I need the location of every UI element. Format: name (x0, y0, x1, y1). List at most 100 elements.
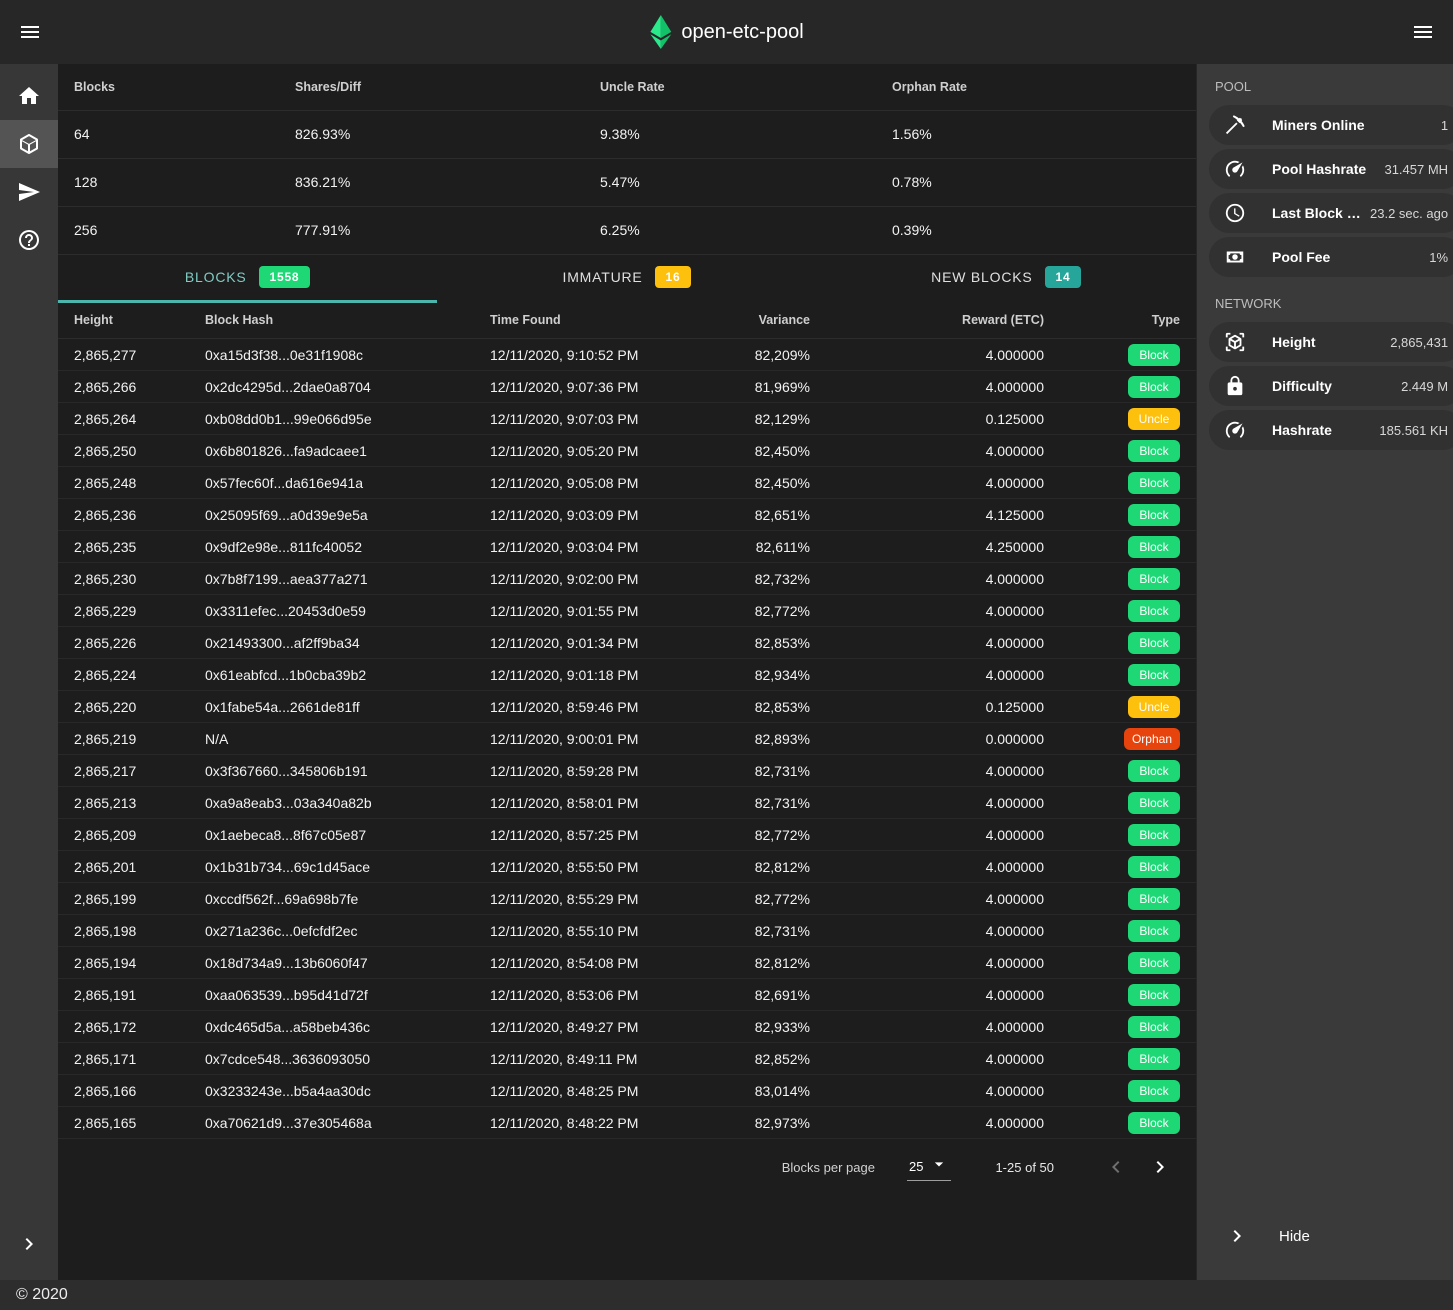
block-reward: 4.000000 (826, 979, 1060, 1011)
stat-miners-online: Miners Online 1 (1209, 105, 1453, 145)
block-reward: 4.000000 (826, 339, 1060, 371)
block-type-chip: Block (1128, 760, 1180, 782)
stat-value: 1 (1439, 118, 1448, 133)
summary-header-row: Blocks Shares/Diff Uncle Rate Orphan Rat… (58, 64, 1196, 110)
per-page-select[interactable]: 25 (907, 1154, 951, 1181)
col-header-hash: Block Hash (189, 303, 474, 339)
sidebar-item-blocks[interactable] (0, 120, 58, 168)
block-time-found: 12/11/2020, 8:55:10 PM (474, 915, 676, 947)
block-row: 2,865,229 0x3311efec...20453d0e59 12/11/… (58, 595, 1196, 627)
col-header-shares-diff: Shares/Diff (279, 64, 584, 110)
block-type-chip: Uncle (1128, 408, 1180, 430)
block-reward: 4.000000 (826, 371, 1060, 403)
speedometer-icon (1224, 419, 1246, 441)
block-time-found: 12/11/2020, 8:55:29 PM (474, 883, 676, 915)
sidebar-expand-button[interactable] (0, 1220, 58, 1268)
block-time-found: 12/11/2020, 9:03:09 PM (474, 499, 676, 531)
block-type-chip: Block (1128, 536, 1180, 558)
block-hash: N/A (189, 723, 474, 755)
block-hash: 0x9df2e98e...811fc40052 (189, 531, 474, 563)
stat-label: Pool Hashrate (1272, 161, 1366, 177)
stat-value: 2,865,431 (1388, 335, 1448, 350)
sidebar-item-help[interactable] (0, 216, 58, 264)
summary-blocks: 256 (58, 206, 279, 254)
send-icon (17, 180, 41, 204)
block-height: 2,865,198 (58, 915, 189, 947)
block-hash: 0x3311efec...20453d0e59 (189, 595, 474, 627)
block-type-chip: Block (1128, 888, 1180, 910)
block-time-found: 12/11/2020, 9:02:00 PM (474, 563, 676, 595)
block-reward: 4.000000 (826, 1043, 1060, 1075)
block-reward: 4.000000 (826, 467, 1060, 499)
tab-immature[interactable]: IMMATURE 16 (437, 255, 816, 303)
block-variance: 83,014% (676, 1075, 826, 1107)
block-height: 2,865,250 (58, 435, 189, 467)
per-page-value: 25 (909, 1159, 923, 1174)
block-height: 2,865,277 (58, 339, 189, 371)
col-header-type: Type (1060, 303, 1196, 339)
block-variance: 82,772% (676, 819, 826, 851)
chevron-down-icon (929, 1154, 949, 1174)
summary-shares-diff: 826.93% (279, 110, 584, 158)
block-reward: 4.000000 (826, 435, 1060, 467)
col-header-time-found: Time Found (474, 303, 676, 339)
block-type-chip: Block (1128, 504, 1180, 526)
block-height: 2,865,229 (58, 595, 189, 627)
menu-button-left[interactable] (6, 8, 54, 56)
block-type-chip: Uncle (1128, 696, 1180, 718)
block-height: 2,865,165 (58, 1107, 189, 1139)
block-hash: 0x1b31b734...69c1d45ace (189, 851, 474, 883)
chevron-right-icon (17, 1232, 41, 1256)
col-header-blocks: Blocks (58, 64, 279, 110)
block-hash: 0x6b801826...fa9adcaee1 (189, 435, 474, 467)
stat-last-block-found: Last Block Found 23.2 sec. ago (1209, 193, 1453, 233)
tab-new-blocks[interactable]: NEW BLOCKS 14 (817, 255, 1196, 303)
block-reward: 4.000000 (826, 563, 1060, 595)
block-row: 2,865,171 0x7cdce548...3636093050 12/11/… (58, 1043, 1196, 1075)
clock-icon (1224, 202, 1246, 224)
page-footer: © 2020 (0, 1280, 1453, 1310)
summary-orphan-rate: 0.39% (876, 206, 1196, 254)
tab-blocks[interactable]: BLOCKS 1558 (58, 255, 437, 303)
block-hash: 0x7cdce548...3636093050 (189, 1043, 474, 1075)
block-row: 2,865,217 0x3f367660...345806b191 12/11/… (58, 755, 1196, 787)
blocks-table: Height Block Hash Time Found Variance Re… (58, 303, 1196, 1140)
block-variance: 81,969% (676, 371, 826, 403)
block-variance: 82,852% (676, 1043, 826, 1075)
block-variance: 82,611% (676, 531, 826, 563)
block-variance: 82,129% (676, 403, 826, 435)
block-type-chip: Block (1128, 664, 1180, 686)
block-time-found: 12/11/2020, 9:01:34 PM (474, 627, 676, 659)
block-time-found: 12/11/2020, 9:07:36 PM (474, 371, 676, 403)
block-time-found: 12/11/2020, 8:49:27 PM (474, 1011, 676, 1043)
stat-value: 1% (1427, 250, 1448, 265)
block-variance: 82,772% (676, 595, 826, 627)
block-row: 2,865,266 0x2dc4295d...2dae0a8704 12/11/… (58, 371, 1196, 403)
hide-sidebar-button[interactable]: Hide (1197, 1212, 1453, 1260)
block-height: 2,865,248 (58, 467, 189, 499)
block-row: 2,865,264 0xb08dd0b1...99e066d95e 12/11/… (58, 403, 1196, 435)
block-reward: 4.000000 (826, 915, 1060, 947)
per-page-label: Blocks per page (782, 1160, 875, 1175)
block-hash: 0x18d734a9...13b6060f47 (189, 947, 474, 979)
block-row: 2,865,165 0xa70621d9...37e305468a 12/11/… (58, 1107, 1196, 1139)
block-variance: 82,450% (676, 467, 826, 499)
block-time-found: 12/11/2020, 8:48:25 PM (474, 1075, 676, 1107)
tab-immature-badge: 16 (655, 266, 692, 288)
sidebar-item-home[interactable] (0, 72, 58, 120)
next-page-button[interactable] (1138, 1145, 1182, 1189)
block-reward: 4.000000 (826, 1107, 1060, 1139)
block-reward: 4.125000 (826, 499, 1060, 531)
block-reward: 4.000000 (826, 627, 1060, 659)
col-header-orphan-rate: Orphan Rate (876, 64, 1196, 110)
block-row: 2,865,209 0x1aebeca8...8f67c05e87 12/11/… (58, 819, 1196, 851)
menu-button-right[interactable] (1399, 8, 1447, 56)
tab-immature-label: IMMATURE (563, 269, 643, 285)
hamburger-icon (18, 20, 42, 44)
block-time-found: 12/11/2020, 9:03:04 PM (474, 531, 676, 563)
sidebar-item-payments[interactable] (0, 168, 58, 216)
block-variance: 82,973% (676, 1107, 826, 1139)
block-type-chip: Block (1128, 792, 1180, 814)
block-reward: 0.125000 (826, 403, 1060, 435)
prev-page-button[interactable] (1094, 1145, 1138, 1189)
